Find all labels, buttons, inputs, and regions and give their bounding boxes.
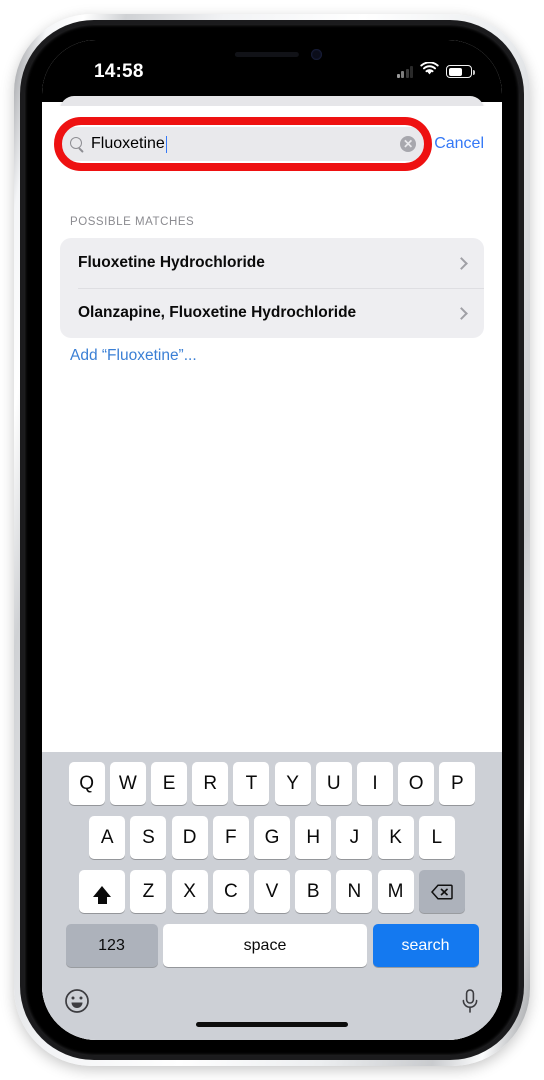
list-item-label: Fluoxetine Hydrochloride: [78, 254, 265, 271]
key-b[interactable]: B: [295, 870, 332, 913]
backspace-key[interactable]: [418, 870, 465, 913]
battery-icon: [446, 65, 475, 78]
status-bar: 14:58: [42, 40, 502, 102]
key-e[interactable]: E: [151, 762, 188, 805]
emoji-smiley-icon[interactable]: [64, 988, 90, 1014]
key-l[interactable]: L: [418, 816, 455, 859]
key-s[interactable]: S: [130, 816, 167, 859]
key-j[interactable]: J: [336, 816, 373, 859]
search-return-key[interactable]: search: [372, 924, 479, 967]
key-t[interactable]: T: [233, 762, 270, 805]
cancel-button[interactable]: Cancel: [434, 135, 484, 153]
status-time: 14:58: [94, 61, 144, 82]
search-sheet: Fluoxetine ✕ Cancel POSSIBLE MATCHES Flu…: [42, 106, 502, 1040]
search-bar: Fluoxetine ✕ Cancel: [42, 124, 502, 164]
search-input[interactable]: Fluoxetine ✕: [60, 127, 425, 161]
list-item-fluoxetine-hydrochloride[interactable]: Fluoxetine Hydrochloride: [60, 238, 484, 288]
key-z[interactable]: Z: [130, 870, 167, 913]
possible-matches-header: POSSIBLE MATCHES: [70, 216, 195, 228]
possible-matches-list: Fluoxetine Hydrochloride Olanzapine, Flu…: [60, 238, 484, 338]
signal-bars-icon: [396, 65, 413, 78]
shift-key[interactable]: [79, 870, 126, 913]
front-camera-icon: [311, 49, 322, 60]
list-item-label: Olanzapine, Fluoxetine Hydrochloride: [78, 304, 357, 321]
key-q[interactable]: Q: [68, 762, 105, 805]
screenshot-root: 14:58 Fluoxetine ✕ Cancel POSSIBLE MATCH…: [0, 0, 544, 1080]
key-a[interactable]: A: [89, 816, 126, 859]
earpiece-speaker-icon: [234, 52, 299, 57]
text-caret: [165, 135, 168, 153]
key-x[interactable]: X: [171, 870, 208, 913]
space-key[interactable]: space: [163, 924, 367, 967]
key-p[interactable]: P: [439, 762, 476, 805]
keyboard-row-2: A S D F G H J K L: [42, 805, 502, 859]
keyboard-row-3: Z X C V B N M: [42, 859, 502, 913]
key-o[interactable]: O: [398, 762, 435, 805]
key-g[interactable]: G: [254, 816, 290, 859]
key-r[interactable]: R: [192, 762, 229, 805]
key-u[interactable]: U: [315, 762, 352, 805]
key-n[interactable]: N: [336, 870, 373, 913]
key-c[interactable]: C: [212, 870, 249, 913]
key-y[interactable]: Y: [274, 762, 311, 805]
key-d[interactable]: D: [171, 816, 208, 859]
keyboard-row-1: Q W E R T Y U I O P: [42, 752, 502, 805]
key-w[interactable]: W: [109, 762, 146, 805]
key-k[interactable]: K: [377, 816, 414, 859]
backspace-icon: [430, 883, 453, 900]
search-input-value: Fluoxetine: [91, 135, 165, 152]
keyboard-row-4: 123 space search: [42, 913, 502, 967]
onscreen-keyboard: Q W E R T Y U I O P A S D F G H J K L Z …: [42, 752, 502, 1040]
search-icon: [70, 137, 84, 151]
numeric-key[interactable]: 123: [65, 924, 158, 967]
key-f[interactable]: F: [212, 816, 249, 859]
add-custom-entry-link[interactable]: Add “Fluoxetine”...: [70, 347, 197, 365]
clear-search-icon[interactable]: ✕: [400, 136, 417, 152]
key-i[interactable]: I: [356, 762, 393, 805]
home-indicator[interactable]: [196, 1021, 348, 1027]
wifi-icon: [420, 61, 439, 81]
chevron-right-icon: [455, 256, 468, 270]
microphone-icon[interactable]: [460, 988, 480, 1016]
key-v[interactable]: V: [254, 870, 290, 913]
key-m[interactable]: M: [377, 870, 414, 913]
notch: [188, 40, 356, 67]
phone-screen: 14:58 Fluoxetine ✕ Cancel POSSIBLE MATCH…: [42, 40, 502, 1040]
shift-arrow-icon: [93, 886, 112, 904]
chevron-right-icon: [455, 306, 468, 320]
status-indicators: [396, 61, 475, 81]
keyboard-bottom-bar: [42, 978, 502, 1040]
key-h[interactable]: H: [295, 816, 332, 859]
list-item-olanzapine-fluoxetine-hydrochloride[interactable]: Olanzapine, Fluoxetine Hydrochloride: [60, 288, 484, 338]
